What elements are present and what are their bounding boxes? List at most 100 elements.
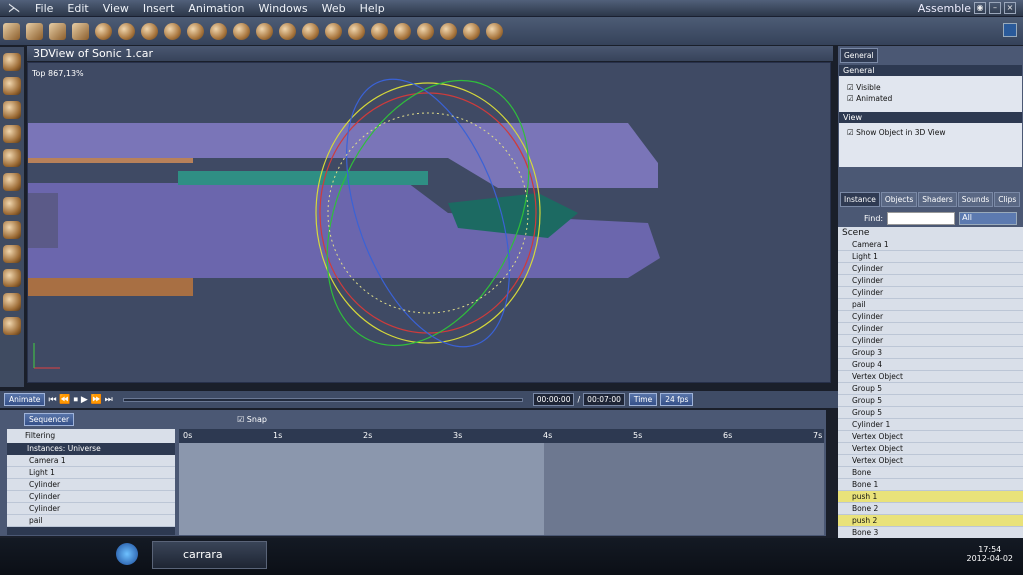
list-item[interactable]: Cylinder: [838, 287, 1023, 299]
rotate-tool-icon[interactable]: [3, 77, 21, 95]
show-object-checkbox[interactable]: ☑ Show Object in 3D View: [839, 127, 1022, 138]
list-item[interactable]: Bone 2: [838, 503, 1023, 515]
tool-icon[interactable]: [463, 22, 480, 40]
time-mode-select[interactable]: Time: [628, 393, 658, 406]
tab-objects[interactable]: Objects: [880, 192, 918, 207]
list-item[interactable]: Group 5: [838, 383, 1023, 395]
tool-icon[interactable]: [325, 22, 342, 40]
tool-icon[interactable]: [440, 22, 457, 40]
track-row[interactable]: Cylinder: [7, 491, 175, 503]
room-assemble-tab[interactable]: Assemble: [918, 0, 971, 17]
tool-icon[interactable]: [3, 221, 21, 239]
list-item[interactable]: pail: [838, 299, 1023, 311]
menu-insert[interactable]: Insert: [136, 0, 182, 17]
tool-icon[interactable]: [486, 22, 503, 40]
list-item[interactable]: Vertex Object: [838, 371, 1023, 383]
tool-icon[interactable]: [72, 22, 89, 40]
tool-icon[interactable]: [26, 22, 43, 40]
tool-icon[interactable]: [233, 22, 250, 40]
menu-web[interactable]: Web: [315, 0, 353, 17]
list-item[interactable]: Bone 1: [838, 479, 1023, 491]
tab-instance[interactable]: Instance: [840, 192, 880, 207]
tool-icon[interactable]: [118, 22, 135, 40]
taskbar-app-carrara[interactable]: carrara: [152, 541, 267, 569]
list-item[interactable]: Group 5: [838, 395, 1023, 407]
list-item[interactable]: Camera 1: [838, 239, 1023, 251]
sphere-icon[interactable]: [95, 22, 112, 40]
list-item[interactable]: Group 3: [838, 347, 1023, 359]
tool-icon[interactable]: [371, 22, 388, 40]
track-row[interactable]: pail: [7, 515, 175, 527]
ie-icon[interactable]: [116, 543, 138, 565]
app-logo-icon[interactable]: ⋋: [0, 0, 28, 17]
tool-icon[interactable]: [256, 22, 273, 40]
scene-root[interactable]: Scene: [838, 227, 1023, 239]
tool-icon[interactable]: [3, 149, 21, 167]
animate-button[interactable]: Animate: [4, 393, 46, 406]
fps-select[interactable]: 24 fps: [660, 393, 694, 406]
section-view[interactable]: View: [839, 112, 1022, 123]
find-input[interactable]: [887, 211, 956, 225]
sequencer-mode-select[interactable]: Sequencer: [24, 412, 75, 426]
menu-help[interactable]: Help: [353, 0, 392, 17]
tool-icon[interactable]: [3, 173, 21, 191]
tool-icon[interactable]: [279, 22, 296, 40]
tool-icon[interactable]: [3, 293, 21, 311]
list-item[interactable]: Group 4: [838, 359, 1023, 371]
menu-view[interactable]: View: [96, 0, 136, 17]
list-item[interactable]: push 1: [838, 491, 1023, 503]
track-row[interactable]: Cylinder: [7, 503, 175, 515]
list-item[interactable]: Cylinder 1: [838, 419, 1023, 431]
minimize-button[interactable]: –: [989, 2, 1001, 14]
end-time[interactable]: 00:07:00: [583, 393, 625, 406]
panel-toggle-icon[interactable]: [1003, 23, 1017, 37]
menu-windows[interactable]: Windows: [252, 0, 315, 17]
tool-icon[interactable]: [3, 245, 21, 263]
move-tool-icon[interactable]: [3, 53, 21, 71]
list-item[interactable]: Group 5: [838, 407, 1023, 419]
tool-icon[interactable]: [3, 22, 20, 40]
tab-sounds[interactable]: Sounds: [957, 192, 994, 207]
list-item[interactable]: Cylinder: [838, 263, 1023, 275]
tool-icon[interactable]: [3, 125, 21, 143]
list-item[interactable]: Cylinder: [838, 275, 1023, 287]
timeline[interactable]: 0s 1s 2s 3s 4s 5s 6s 7s: [179, 429, 824, 535]
tool-icon[interactable]: [164, 22, 181, 40]
3d-viewport[interactable]: Top 867,13%: [27, 62, 831, 383]
filter-select[interactable]: All: [959, 211, 1018, 225]
list-item[interactable]: Cylinder: [838, 323, 1023, 335]
list-item[interactable]: Vertex Object: [838, 431, 1023, 443]
track-row[interactable]: Cylinder: [7, 479, 175, 491]
menu-animation[interactable]: Animation: [181, 0, 251, 17]
tool-icon[interactable]: [394, 22, 411, 40]
tool-icon[interactable]: [210, 22, 227, 40]
tool-icon[interactable]: [141, 22, 158, 40]
close-button[interactable]: ×: [1004, 2, 1016, 14]
tool-icon[interactable]: [187, 22, 204, 40]
tool-icon[interactable]: [3, 317, 21, 335]
menu-edit[interactable]: Edit: [60, 0, 95, 17]
start-time[interactable]: 00:00:00: [532, 393, 575, 406]
list-item[interactable]: Cylinder: [838, 335, 1023, 347]
track-row[interactable]: Camera 1: [7, 455, 175, 467]
track-row[interactable]: Light 1: [7, 467, 175, 479]
tool-icon[interactable]: [348, 22, 365, 40]
tool-icon[interactable]: [3, 269, 21, 287]
transport-controls[interactable]: ⏮ ⏪ ⏹ ▶ ⏩ ⏭: [48, 395, 112, 405]
list-item[interactable]: Light 1: [838, 251, 1023, 263]
list-item[interactable]: Vertex Object: [838, 455, 1023, 467]
tab-shaders[interactable]: Shaders: [918, 192, 957, 207]
tool-icon[interactable]: [417, 22, 434, 40]
tool-icon[interactable]: [3, 197, 21, 215]
list-item[interactable]: Bone: [838, 467, 1023, 479]
list-item[interactable]: Cylinder: [838, 311, 1023, 323]
tab-clips[interactable]: Clips: [994, 192, 1021, 207]
instances-root[interactable]: Instances: Universe: [7, 443, 175, 455]
tool-icon[interactable]: [302, 22, 319, 40]
animated-checkbox[interactable]: ☑ Animated: [839, 93, 1022, 104]
time-scrubber[interactable]: [122, 397, 523, 402]
eye-icon[interactable]: ◉: [974, 2, 986, 14]
tab-general[interactable]: General: [840, 48, 878, 63]
filtering-label[interactable]: Filtering: [7, 429, 175, 443]
snap-checkbox[interactable]: ☑ Snap: [237, 415, 267, 424]
